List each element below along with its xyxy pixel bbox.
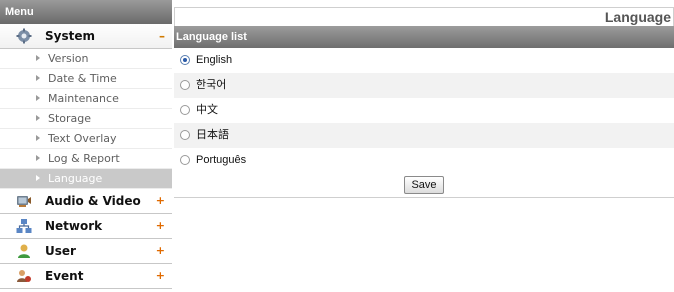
sidebar: Menu System – Version Date & Time Mainte…	[0, 0, 172, 289]
triangle-right-icon	[36, 115, 40, 121]
sidebar-section-label: Event	[45, 269, 84, 283]
sidebar-item-text-overlay[interactable]: Text Overlay	[0, 129, 172, 149]
user-icon	[16, 243, 32, 259]
expand-toggle[interactable]: +	[156, 239, 165, 263]
sidebar-item-storage[interactable]: Storage	[0, 109, 172, 129]
language-label: 中文	[196, 104, 218, 116]
event-icon	[16, 268, 32, 284]
sidebar-item-date-time[interactable]: Date & Time	[0, 69, 172, 89]
main-content: Language Language list English 한국어 中文 日本…	[174, 7, 674, 198]
page-title: Language	[174, 7, 674, 26]
sidebar-section-label: User	[45, 244, 76, 258]
language-option-japanese[interactable]: 日本語	[174, 123, 674, 148]
radio-button[interactable]	[180, 155, 190, 165]
radio-button[interactable]	[180, 80, 190, 90]
sidebar-item-language[interactable]: Language	[0, 169, 172, 189]
sidebar-item-label: Language	[48, 172, 103, 185]
sidebar-item-label: Storage	[48, 112, 92, 125]
triangle-right-icon	[36, 55, 40, 61]
sidebar-item-label: Maintenance	[48, 92, 119, 105]
save-button[interactable]: Save	[404, 176, 444, 194]
expand-toggle[interactable]: +	[156, 189, 165, 213]
sidebar-item-label: Version	[48, 52, 89, 65]
triangle-right-icon	[36, 95, 40, 101]
sidebar-section-audio-video[interactable]: Audio & Video +	[0, 189, 172, 214]
language-option-english[interactable]: English	[174, 48, 674, 73]
collapse-toggle[interactable]: –	[159, 24, 165, 48]
sidebar-item-maintenance[interactable]: Maintenance	[0, 89, 172, 109]
sidebar-item-log-report[interactable]: Log & Report	[0, 149, 172, 169]
sidebar-section-event[interactable]: Event +	[0, 264, 172, 289]
language-label: Português	[196, 154, 247, 166]
sidebar-item-version[interactable]: Version	[0, 49, 172, 69]
sidebar-item-label: Log & Report	[48, 152, 120, 165]
language-option-chinese[interactable]: 中文	[174, 98, 674, 123]
sidebar-section-label: System	[45, 29, 95, 43]
language-label: 한국어	[196, 79, 227, 91]
sidebar-section-user[interactable]: User +	[0, 239, 172, 264]
menu-header: Menu	[0, 0, 172, 24]
sidebar-section-system[interactable]: System –	[0, 24, 172, 49]
sidebar-section-label: Network	[45, 219, 103, 233]
sidebar-item-label: Text Overlay	[48, 132, 117, 145]
triangle-right-icon	[36, 175, 40, 181]
language-option-korean[interactable]: 한국어	[174, 73, 674, 98]
expand-toggle[interactable]: +	[156, 264, 165, 288]
audio-video-icon	[16, 193, 32, 209]
save-row: Save	[174, 173, 674, 198]
triangle-right-icon	[36, 75, 40, 81]
language-label: English	[196, 54, 233, 66]
system-icon	[16, 28, 32, 44]
radio-button[interactable]	[180, 105, 190, 115]
language-label: 日本語	[196, 129, 229, 141]
network-icon	[16, 218, 32, 234]
sidebar-section-network[interactable]: Network +	[0, 214, 172, 239]
radio-button[interactable]	[180, 55, 190, 65]
panel-header: Language list	[174, 26, 674, 48]
sidebar-section-label: Audio & Video	[45, 194, 141, 208]
triangle-right-icon	[36, 155, 40, 161]
expand-toggle[interactable]: +	[156, 214, 165, 238]
radio-button[interactable]	[180, 130, 190, 140]
triangle-right-icon	[36, 135, 40, 141]
sidebar-item-label: Date & Time	[48, 72, 117, 85]
language-option-portuguese[interactable]: Português	[174, 148, 674, 173]
